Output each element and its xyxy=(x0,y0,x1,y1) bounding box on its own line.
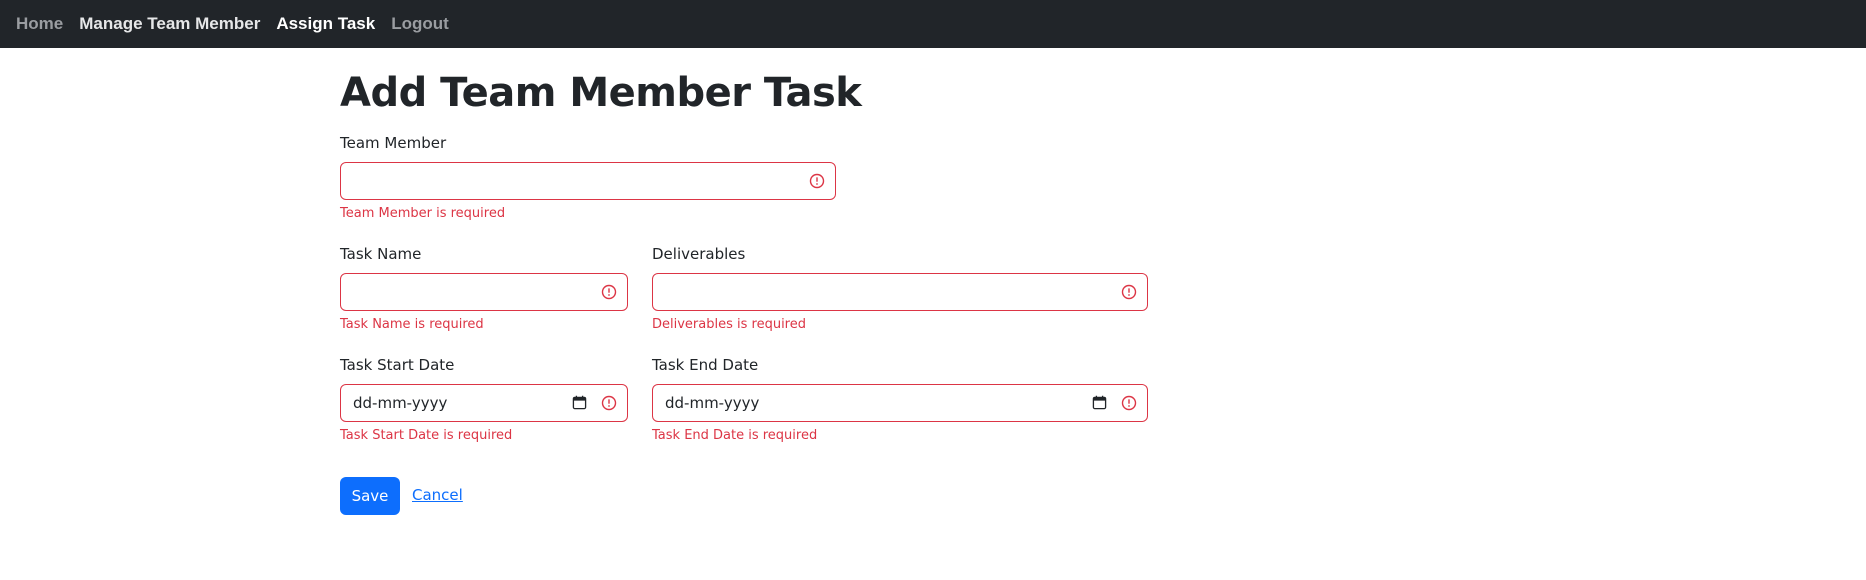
top-navbar: Home Manage Team Member Assign Task Logo… xyxy=(0,0,1866,48)
exclamation-circle-icon xyxy=(809,173,825,189)
team-member-input[interactable] xyxy=(341,163,835,199)
task-end-date-input[interactable] xyxy=(653,385,1147,421)
exclamation-circle-icon xyxy=(601,395,617,411)
task-name-input[interactable] xyxy=(341,274,627,310)
deliverables-error: Deliverables is required xyxy=(652,317,806,332)
cancel-link[interactable]: Cancel xyxy=(412,486,463,504)
task-start-date-error: Task Start Date is required xyxy=(340,428,513,443)
deliverables-field: Deliverables Deliverables is required xyxy=(652,243,1148,332)
task-end-date-label: Task End Date xyxy=(652,356,759,374)
task-name-field: Task Name Task Name is required xyxy=(340,243,628,332)
task-start-date-field: Task Start Date Task Start Date is requi… xyxy=(340,354,628,443)
task-end-date-field: Task End Date Task End Date is required xyxy=(652,354,1148,443)
calendar-icon[interactable] xyxy=(572,395,587,410)
task-name-input-wrap xyxy=(340,273,628,311)
task-end-date-error: Task End Date is required xyxy=(652,428,818,443)
task-end-date-input-wrap xyxy=(652,384,1148,422)
task-name-error: Task Name is required xyxy=(340,317,484,332)
nav-link-assign-task[interactable]: Assign Task xyxy=(276,14,375,34)
exclamation-circle-icon xyxy=(1121,395,1137,411)
team-member-label: Team Member xyxy=(340,134,447,152)
task-start-date-label: Task Start Date xyxy=(340,356,455,374)
nav-link-home[interactable]: Home xyxy=(16,14,63,34)
deliverables-input[interactable] xyxy=(653,274,1147,310)
save-button[interactable]: Save xyxy=(340,477,400,515)
team-member-field: Team Member Team Member is required xyxy=(340,132,836,221)
task-name-label: Task Name xyxy=(340,245,422,263)
task-start-date-input-wrap xyxy=(340,384,628,422)
page-title: Add Team Member Task xyxy=(340,70,862,116)
calendar-icon[interactable] xyxy=(1092,395,1107,410)
exclamation-circle-icon xyxy=(1121,284,1137,300)
team-member-error: Team Member is required xyxy=(340,206,506,221)
nav-link-manage-team-member[interactable]: Manage Team Member xyxy=(79,14,260,34)
deliverables-label: Deliverables xyxy=(652,245,746,263)
deliverables-input-wrap xyxy=(652,273,1148,311)
nav-link-logout[interactable]: Logout xyxy=(391,14,449,34)
exclamation-circle-icon xyxy=(601,284,617,300)
team-member-input-wrap xyxy=(340,162,836,200)
